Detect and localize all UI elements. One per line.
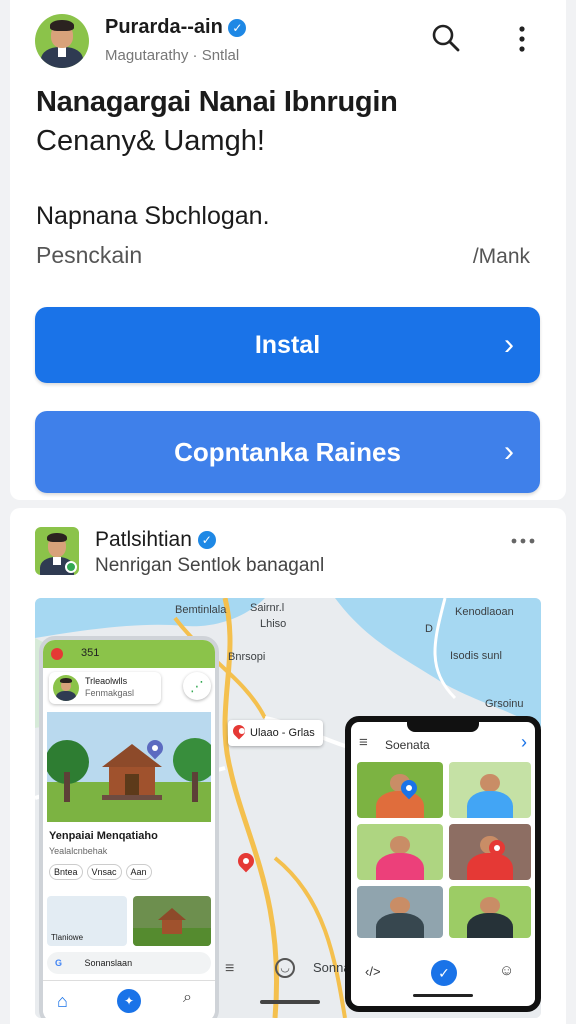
post-card: Patlsihtian ✓ Nenrigan Sentlok banaganl …	[10, 508, 566, 1024]
robot-icon[interactable]: ☺	[499, 962, 514, 979]
left-phone-profile-chip[interactable]: Trleaolwlls Fenmakgasl	[49, 672, 161, 704]
record-icon	[51, 648, 63, 660]
account-subtitle: Magutarathy · Sntlal	[105, 47, 240, 64]
chip[interactable]: Aan	[125, 864, 152, 880]
map-label: Kenodlaoan	[455, 606, 514, 618]
place-photo[interactable]	[47, 712, 211, 822]
google-icon: G	[55, 958, 63, 968]
chevron-right-icon: ›	[504, 328, 514, 361]
smile-icon[interactable]: ◡	[275, 958, 295, 978]
search-icon[interactable]	[430, 22, 462, 54]
code-icon[interactable]: ‹/>	[365, 964, 381, 979]
map-label: Isodis sunl	[450, 650, 502, 662]
map-label: D	[425, 623, 433, 635]
profile-line1: Trleaolwlls	[85, 676, 128, 686]
left-phone-search-text: Sonanslaan	[84, 958, 133, 968]
compass-icon[interactable]: ✦	[117, 989, 141, 1013]
home-icon[interactable]: ⌂	[57, 991, 68, 1012]
promo-subheading: Napnana Sbchlogan.	[36, 202, 270, 230]
photo-tile[interactable]	[357, 886, 443, 938]
left-phone-nav: ⌂ ✦ ⌕	[43, 980, 215, 1018]
home-indicator	[413, 994, 473, 997]
map-thumbnail[interactable]: Tlaniowe	[47, 896, 127, 946]
map-label: Lhiso	[260, 618, 287, 630]
map-label: Bnrsopi	[228, 651, 266, 663]
photo-tile[interactable]	[357, 824, 443, 880]
chip[interactable]: Vnsac	[86, 864, 122, 880]
right-phone-mockup: ≡ Soenata › ‹/> ✓ ☺	[345, 716, 541, 1012]
map-marker-callout[interactable]: Ulaao - Grlas	[228, 720, 323, 746]
contact-button[interactable]: Copntanka Raines ›	[35, 411, 540, 493]
profile-avatar	[53, 675, 79, 701]
verified-badge-icon: ✓	[228, 18, 247, 37]
search-icon[interactable]: ⌕	[183, 989, 192, 1007]
account-avatar[interactable]	[35, 14, 89, 68]
left-phone-status-text: 351	[81, 647, 100, 659]
map-label: Bemtinlala	[175, 604, 227, 616]
post-author-avatar[interactable]	[35, 527, 79, 575]
post-author-name[interactable]: Patlsihtian	[95, 528, 192, 551]
right-phone-nav: ‹/> ✓ ☺	[351, 948, 535, 1004]
verified-badge-icon: ✓	[197, 531, 216, 550]
map-label: Sairnr.l	[250, 602, 285, 614]
profile-line2: Fenmakgasl	[85, 688, 135, 698]
home-indicator	[260, 1000, 320, 1004]
photo-tile[interactable]	[449, 886, 531, 938]
map-thumbnail-label: Tlaniowe	[51, 933, 84, 942]
left-phone-mockup: 351 Trleaolwlls Fenmakgasl ⋰ Yenpaiai Me…	[39, 636, 219, 1018]
share-circle-icon[interactable]: ⋰	[183, 672, 211, 700]
promo-category: Pesnckain	[36, 242, 143, 268]
account-name[interactable]: Purarda--ain	[105, 16, 223, 38]
contact-button-label: Copntanka Raines	[174, 436, 401, 467]
chevron-right-icon: ›	[504, 435, 514, 468]
right-phone-title: Soenata	[385, 738, 430, 752]
more-horiz-icon[interactable]	[510, 534, 536, 546]
more-vert-icon[interactable]	[512, 24, 532, 54]
promo-headline-line2: Cenany& Uamgh!	[36, 125, 265, 157]
menu-lines-icon[interactable]: ≡	[225, 960, 234, 978]
map-image[interactable]: Bemtinlala Sairnr.l Lhiso Bnrsopi Kenodl…	[35, 598, 541, 1018]
place-title: Yenpaiai Menqatiaho	[49, 830, 158, 842]
chip[interactable]: Bntea	[49, 864, 83, 880]
place-subtitle: Yealalcnbehak	[49, 846, 108, 856]
promo-headline-line1: Nanagargai Nanai Ibnrugin	[36, 86, 398, 118]
location-pin-icon	[230, 722, 248, 740]
photo-tile[interactable]	[449, 762, 531, 818]
install-button[interactable]: Instal ›	[35, 307, 540, 383]
check-circle-icon[interactable]: ✓	[431, 960, 457, 986]
photo-thumbnail[interactable]	[133, 896, 211, 946]
right-phone-notch	[407, 722, 479, 732]
install-button-label: Instal	[254, 330, 321, 359]
menu-icon[interactable]: ≡	[359, 734, 368, 751]
map-marker-text: Ulaao - Grlas	[250, 727, 315, 739]
post-author-subtitle: Nenrigan Sentlok banaganl	[95, 555, 325, 576]
promo-mark: /Mank	[472, 245, 530, 268]
left-phone-status-bar: 351	[43, 640, 215, 668]
left-phone-search-bar[interactable]: G Sonanslaan	[47, 952, 211, 974]
chevron-right-icon[interactable]: ›	[521, 732, 527, 753]
map-label: Grsoinu	[485, 698, 524, 710]
